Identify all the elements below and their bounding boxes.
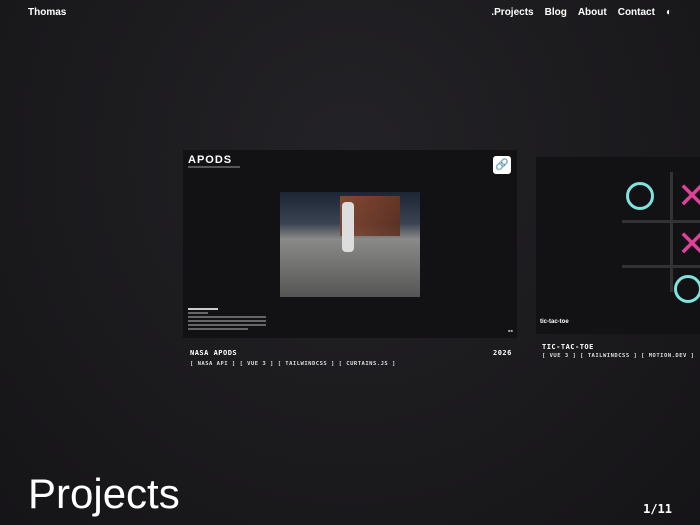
pager: 1/11 xyxy=(643,502,672,516)
page-title: Projects xyxy=(28,470,180,517)
apod-image xyxy=(280,192,420,297)
nav-blog[interactable]: Blog xyxy=(545,7,567,18)
apod-description xyxy=(188,308,266,332)
tag: [ CURTAINS.JS ] xyxy=(338,361,396,367)
nav-about[interactable]: About xyxy=(578,7,607,18)
card-title: APODS xyxy=(188,154,233,166)
link-icon[interactable]: 🔗 xyxy=(493,156,511,174)
card-title: tic-tac-toe xyxy=(540,319,569,325)
tag: [ MOTION.DEV ] xyxy=(641,353,695,359)
project-year: 2026 xyxy=(493,349,512,357)
project-card-apods[interactable]: APODS 🔗 ■■ xyxy=(183,150,517,338)
project-meta: TIC-TAC-TOE [ VUE 3 ] [ TAILWINDCSS ] [ … xyxy=(542,343,694,359)
project-meta: NASA APODS [ NASA API ] [ VUE 3 ] [ TAIL… xyxy=(190,349,396,367)
tictactoe-board: ✕ ✕ xyxy=(622,172,700,303)
project-card-tictactoe[interactable]: ✕ ✕ tic-tac-toe xyxy=(536,157,700,334)
tag: [ TAILWINDCSS ] xyxy=(277,361,335,367)
nav-projects[interactable]: .Projects xyxy=(491,7,533,18)
tag: [ NASA API ] xyxy=(190,361,236,367)
top-nav: Thomas .Projects Blog About Contact ◐ xyxy=(28,7,672,18)
project-name: NASA APODS xyxy=(190,349,238,357)
tag: [ VUE 3 ] xyxy=(542,353,577,359)
brand-link[interactable]: Thomas xyxy=(28,7,66,18)
tag: [ TAILWINDCSS ] xyxy=(580,353,638,359)
project-name: TIC-TAC-TOE xyxy=(542,343,594,351)
image-counter: ■■ xyxy=(508,328,513,333)
nav-contact[interactable]: Contact xyxy=(618,7,655,18)
tag: [ VUE 3 ] xyxy=(239,361,274,367)
moon-icon[interactable]: ◐ xyxy=(666,7,672,18)
card-subtitle xyxy=(188,166,240,168)
